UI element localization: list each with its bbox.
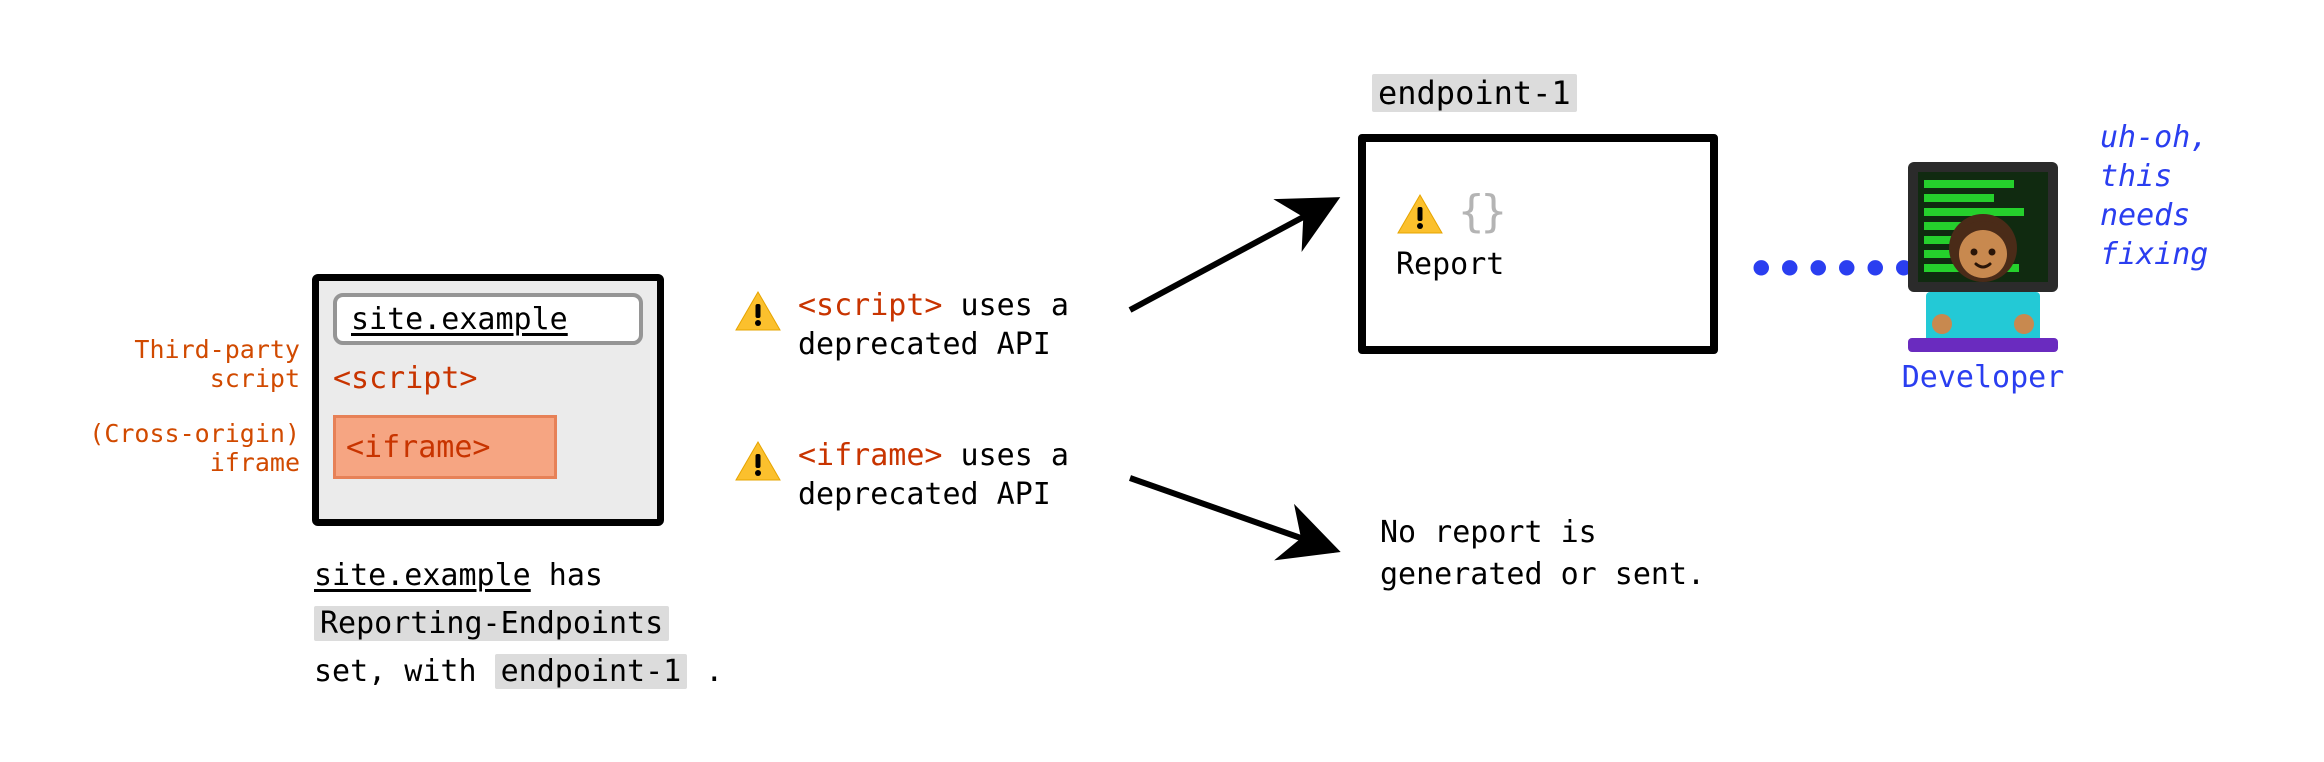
endpoint-label: endpoint-1 [1372,74,1577,112]
developer-label: Developer [1888,360,2078,395]
script-deprecation-message: <script> uses a deprecated API [734,286,1148,364]
no-report-text: No report is generated or sent. [1380,512,1740,596]
iframe-deprecation-message: <iframe> uses a deprecated API [734,436,1148,514]
developer-illustration [1888,152,2078,352]
url-text: site.example [351,302,568,337]
braces-icon: {} [1458,186,1503,237]
warning-icon [734,290,782,332]
endpoint-box: {} Report [1358,134,1718,354]
url-bar: site.example [333,293,643,345]
browser-caption: site.example has Reporting-Endpoints set… [314,552,754,696]
iframe-tag: <iframe> [333,415,557,479]
report-label: Report [1396,247,1504,282]
warning-icon [1396,193,1444,235]
script-tag: <script> [333,361,478,396]
developer-thought: uh-oh, this needs fixing [2100,118,2300,274]
third-party-script-label: Third-party script [50,336,300,394]
cross-origin-iframe-label: (Cross-origin) iframe [50,420,300,478]
browser-window: site.example <script> <iframe> [312,274,664,526]
arrow-to-endpoint [1120,180,1360,330]
warning-icon [734,440,782,482]
arrow-to-no-report [1120,460,1360,580]
